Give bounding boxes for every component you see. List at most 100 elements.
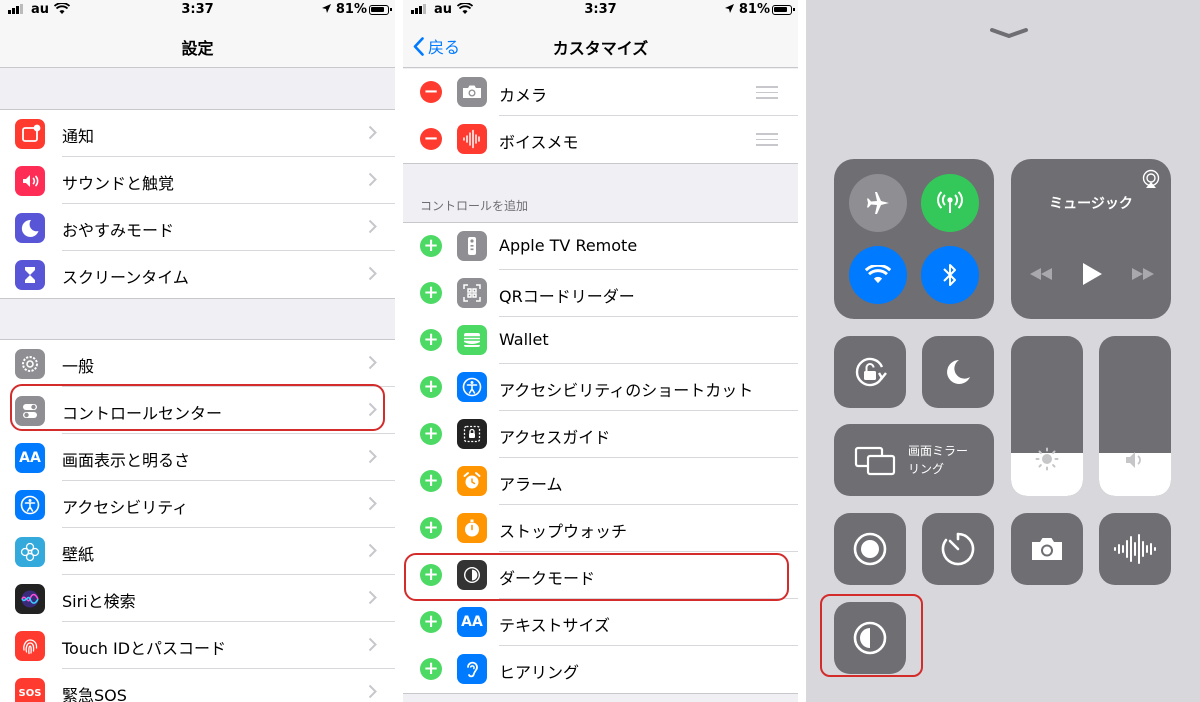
- sun-icon: [1035, 447, 1059, 471]
- do-not-disturb-button[interactable]: [922, 336, 994, 408]
- control-row-lock[interactable]: + アクセスガイド: [403, 411, 798, 458]
- control-row-qr[interactable]: + QRコードリーダー: [403, 270, 798, 317]
- alarm-icon: [463, 472, 481, 489]
- reorder-grip-icon[interactable]: [756, 86, 778, 103]
- control-row-alarm[interactable]: + アラーム: [403, 458, 798, 505]
- settings-row-sound[interactable]: サウンドと触覚: [0, 157, 395, 204]
- volume-slider[interactable]: [1099, 336, 1171, 496]
- settings-row-accessibility[interactable]: アクセシビリティ: [0, 481, 395, 528]
- settings-screen: au 3:37 81% 設定 通知 サウンドと触覚 おやすみモード スクリーンタイム …: [0, 0, 395, 702]
- control-row-text-size[interactable]: + AA テキストサイズ: [403, 599, 798, 646]
- more-controls-list: + Apple TV Remote + QRコードリーダー + Wallet + アクセシビリ…: [403, 222, 798, 694]
- add-control-icon[interactable]: +: [420, 517, 442, 539]
- voice-memo-icon: [463, 129, 480, 149]
- row-icon-tile: [457, 231, 487, 261]
- remote-icon: [468, 237, 476, 255]
- row-icon-tile: [457, 513, 487, 543]
- row-icon-tile: [457, 372, 487, 402]
- settings-group-1: 通知サウンドと触覚おやすみモードスクリーンタイム: [0, 109, 395, 299]
- chevron-right-icon: [368, 495, 377, 516]
- row-label: 緊急SOS: [62, 686, 127, 702]
- screen-recording-button[interactable]: [834, 513, 906, 585]
- settings-row-siri[interactable]: Siriと検索: [0, 575, 395, 622]
- row-label: 画面表示と明るさ: [62, 451, 191, 470]
- wifi-toggle[interactable]: [849, 246, 907, 304]
- settings-row-hourglass[interactable]: スクリーンタイム: [0, 251, 395, 298]
- battery-percent: 81%: [738, 2, 770, 17]
- settings-row-aa[interactable]: AA 画面表示と明るさ: [0, 434, 395, 481]
- row-icon-tile: [457, 278, 487, 308]
- control-row-remote[interactable]: + Apple TV Remote: [403, 223, 798, 270]
- airplay-icon[interactable]: [1141, 169, 1161, 189]
- qr-icon: [463, 284, 481, 302]
- row-label: 通知: [62, 127, 95, 146]
- fast-forward-icon[interactable]: [1131, 267, 1155, 281]
- control-row-ear[interactable]: + ヒアリング: [403, 646, 798, 693]
- bluetooth-toggle[interactable]: [921, 246, 979, 304]
- camera-button[interactable]: [1011, 513, 1083, 585]
- control-row-stopwatch[interactable]: + ストップウォッチ: [403, 505, 798, 552]
- control-row-voice-memo[interactable]: − ボイスメモ: [403, 116, 798, 163]
- brightness-slider[interactable]: [1011, 336, 1083, 496]
- airplane-mode-toggle[interactable]: [849, 174, 907, 232]
- rewind-icon[interactable]: [1029, 267, 1053, 281]
- add-control-icon[interactable]: +: [420, 282, 442, 304]
- voice-memo-button[interactable]: [1099, 513, 1171, 585]
- control-row-camera[interactable]: − カメラ: [403, 69, 798, 116]
- settings-row-notifications[interactable]: 通知: [0, 110, 395, 157]
- accessibility-icon: [20, 495, 40, 515]
- wifi-icon: [865, 265, 891, 284]
- reorder-grip-icon[interactable]: [756, 133, 778, 150]
- camera-icon: [463, 85, 481, 98]
- row-label: おやすみモード: [62, 221, 175, 240]
- status-bar: au 3:37 81%: [0, 0, 395, 22]
- nav-bar: 戻る カスタマイズ: [403, 22, 798, 68]
- row-label: カメラ: [499, 86, 548, 105]
- row-icon-tile: AA: [457, 607, 487, 637]
- screen-mirroring-button[interactable]: 画面ミラー リング: [834, 424, 994, 496]
- timer-button[interactable]: [922, 513, 994, 585]
- chevron-right-icon: [368, 265, 377, 286]
- aa-icon: AA: [19, 450, 41, 466]
- control-row-wallet[interactable]: + Wallet: [403, 317, 798, 364]
- battery-percent: 81%: [335, 2, 367, 17]
- settings-row-gear[interactable]: 一般: [0, 340, 395, 387]
- row-label: アラーム: [499, 475, 563, 494]
- remove-control-icon[interactable]: −: [420, 81, 442, 103]
- play-icon[interactable]: [1081, 262, 1103, 286]
- row-icon-tile: [457, 466, 487, 496]
- row-icon-tile: [15, 119, 45, 149]
- add-control-icon[interactable]: +: [420, 658, 442, 680]
- row-label: テキストサイズ: [499, 616, 611, 635]
- settings-row-wallpaper[interactable]: 壁紙: [0, 528, 395, 575]
- add-control-icon[interactable]: +: [420, 470, 442, 492]
- wallet-icon: [464, 333, 480, 347]
- add-control-icon[interactable]: +: [420, 329, 442, 351]
- speaker-icon: [1126, 452, 1141, 468]
- music-module[interactable]: ミュージック: [1011, 159, 1171, 319]
- orientation-lock-button[interactable]: [834, 336, 906, 408]
- dismiss-handle-icon[interactable]: [989, 26, 1029, 40]
- row-label: Apple TV Remote: [499, 236, 638, 255]
- settings-row-fingerprint[interactable]: Touch IDとパスコード: [0, 622, 395, 669]
- row-label: アクセシビリティ: [62, 498, 189, 517]
- add-control-icon[interactable]: +: [420, 235, 442, 257]
- row-icon-tile: [457, 419, 487, 449]
- row-icon-tile: [15, 349, 45, 379]
- row-icon-tile: [15, 166, 45, 196]
- add-control-icon[interactable]: +: [420, 423, 442, 445]
- chevron-right-icon: [368, 448, 377, 469]
- add-control-icon[interactable]: +: [420, 376, 442, 398]
- chevron-right-icon: [368, 171, 377, 192]
- cellular-toggle[interactable]: [921, 174, 979, 232]
- antenna-icon: [937, 191, 963, 213]
- remove-control-icon[interactable]: −: [420, 128, 442, 150]
- settings-row-moon[interactable]: おやすみモード: [0, 204, 395, 251]
- row-icon-tile: [15, 537, 45, 567]
- control-row-accessibility[interactable]: + アクセシビリティのショートカット: [403, 364, 798, 411]
- settings-row-sos[interactable]: SOS 緊急SOS: [0, 669, 395, 702]
- nav-bar: 設定: [0, 22, 395, 68]
- sound-icon: [23, 175, 39, 187]
- chevron-right-icon: [368, 354, 377, 375]
- add-control-icon[interactable]: +: [420, 611, 442, 633]
